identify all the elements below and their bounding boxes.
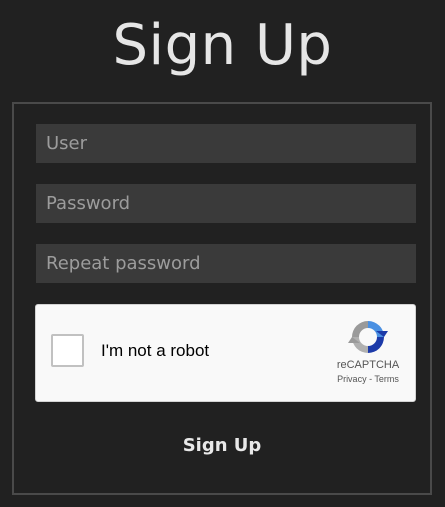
- recaptcha-icon: [348, 321, 388, 353]
- terms-link[interactable]: Terms: [374, 374, 399, 384]
- recaptcha-links: Privacy - Terms: [333, 374, 403, 384]
- password-input[interactable]: [36, 184, 416, 223]
- signup-form-panel: I'm not a robot reCAPTCHA Privacy - Term…: [12, 102, 432, 495]
- sign-up-button[interactable]: Sign Up: [14, 434, 430, 457]
- recaptcha-widget: I'm not a robot reCAPTCHA Privacy - Term…: [35, 304, 416, 402]
- page-title: Sign Up: [112, 13, 333, 78]
- privacy-link[interactable]: Privacy: [337, 374, 367, 384]
- recaptcha-logo: reCAPTCHA Privacy - Terms: [333, 317, 403, 384]
- recaptcha-label: I'm not a robot: [101, 341, 210, 360]
- user-input[interactable]: [36, 124, 416, 163]
- recaptcha-brand: reCAPTCHA: [336, 359, 400, 371]
- repeat-password-input[interactable]: [36, 244, 416, 283]
- recaptcha-checkbox[interactable]: [51, 334, 84, 367]
